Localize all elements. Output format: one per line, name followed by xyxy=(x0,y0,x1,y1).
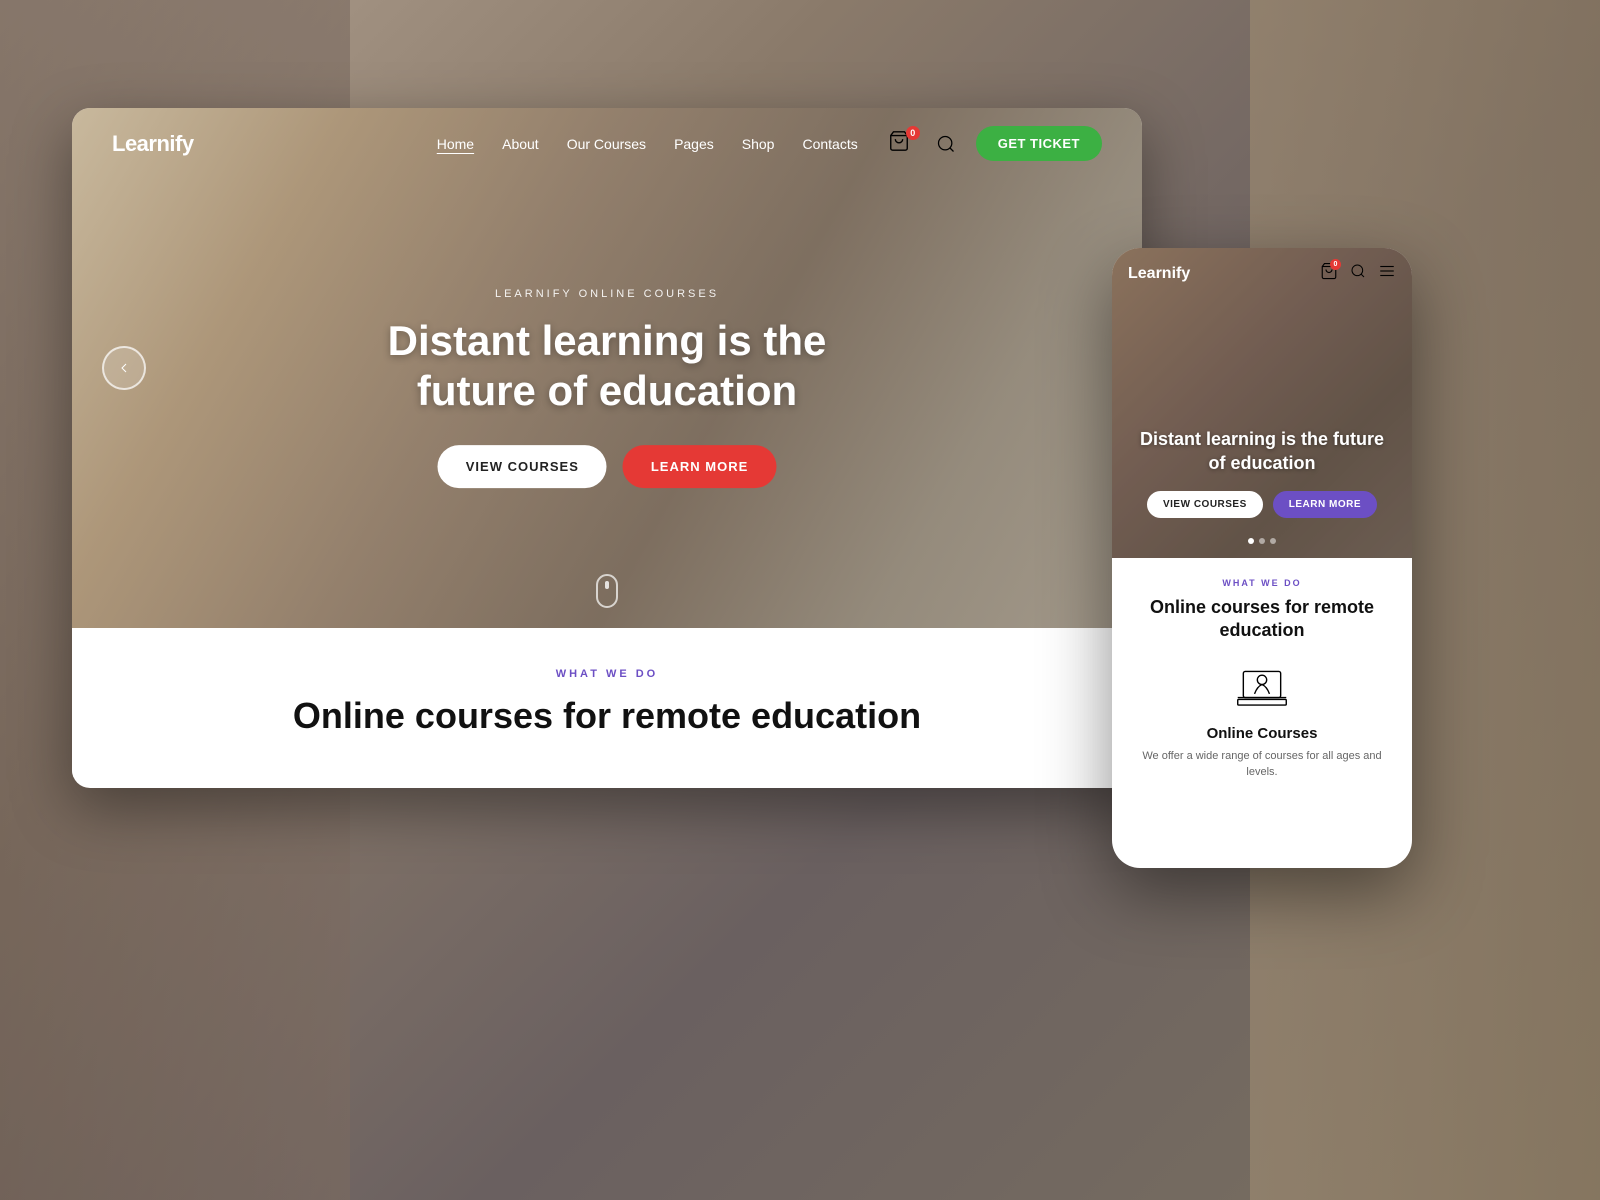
hamburger-icon xyxy=(1378,262,1396,280)
desktop-hero: Learnify Home About Our Courses Pages Sh… xyxy=(72,108,1142,628)
mobile-mockup: Learnify 0 xyxy=(1112,248,1412,868)
nav-our-courses[interactable]: Our Courses xyxy=(567,136,646,152)
mobile-dot-3 xyxy=(1270,538,1276,544)
hero-content: LEARNIFY ONLINE COURSES Distant learning… xyxy=(340,288,875,488)
mobile-hero: Learnify 0 xyxy=(1112,248,1412,558)
nav-home[interactable]: Home xyxy=(437,136,474,152)
desktop-logo: Learnify xyxy=(112,131,194,157)
mobile-wwd-title: Online courses for remote education xyxy=(1128,596,1396,643)
laptop-icon xyxy=(1234,669,1290,715)
view-courses-button[interactable]: VIEW COURSES xyxy=(438,445,607,488)
mobile-hero-buttons: VIEW COURSES LEARN MORE xyxy=(1132,491,1392,518)
nav-pages[interactable]: Pages xyxy=(674,136,714,152)
cart-badge: 0 xyxy=(906,126,920,140)
mobile-logo: Learnify xyxy=(1128,265,1320,283)
mobile-view-courses-button[interactable]: VIEW COURSES xyxy=(1147,491,1263,518)
hero-title: Distant learning is the future of educat… xyxy=(340,316,875,417)
scroll-indicator xyxy=(596,574,618,608)
mobile-learn-more-button[interactable]: LEARN MORE xyxy=(1273,491,1377,518)
mobile-hero-content: Distant learning is the future of educat… xyxy=(1112,428,1412,518)
mobile-dot-2 xyxy=(1259,538,1265,544)
get-ticket-button[interactable]: GET TICKET xyxy=(976,126,1102,161)
nav-about[interactable]: About xyxy=(502,136,539,152)
what-we-do-section: WHAT WE DO Online courses for remote edu… xyxy=(72,628,1142,777)
mobile-courses-card: Online Courses We offer a wide range of … xyxy=(1128,659,1396,791)
mobile-hero-title: Distant learning is the future of educat… xyxy=(1132,428,1392,475)
scroll-dot xyxy=(605,581,609,589)
cart-button[interactable]: 0 xyxy=(888,130,916,158)
mobile-search-button[interactable] xyxy=(1350,263,1366,284)
mobile-dot-1 xyxy=(1248,538,1254,544)
desktop-mockup: Learnify Home About Our Courses Pages Sh… xyxy=(72,108,1142,788)
mobile-dot-indicator xyxy=(1248,538,1276,544)
mobile-wwd-label: WHAT WE DO xyxy=(1128,578,1396,588)
search-button[interactable] xyxy=(932,130,960,158)
search-icon xyxy=(936,134,956,154)
mobile-cart-button[interactable]: 0 xyxy=(1320,262,1338,285)
nav-actions: 0 GET TICKET xyxy=(888,126,1102,161)
what-we-do-label: WHAT WE DO xyxy=(112,668,1102,680)
nav-contacts[interactable]: Contacts xyxy=(802,136,857,152)
mobile-navbar: Learnify 0 xyxy=(1112,248,1412,299)
nav-shop[interactable]: Shop xyxy=(742,136,775,152)
prev-slide-button[interactable] xyxy=(102,346,146,390)
nav-links: Home About Our Courses Pages Shop Contac… xyxy=(437,136,858,152)
mobile-card-desc: We offer a wide range of courses for all… xyxy=(1138,748,1386,781)
mobile-card-title: Online Courses xyxy=(1207,725,1318,742)
hero-subtitle: LEARNIFY ONLINE COURSES xyxy=(340,288,875,300)
mobile-nav-actions: 0 xyxy=(1320,262,1396,285)
hero-buttons: VIEW COURSES LEARN MORE xyxy=(340,445,875,488)
mobile-cart-badge: 0 xyxy=(1330,259,1341,270)
mobile-what-we-do: WHAT WE DO Online courses for remote edu… xyxy=(1112,558,1412,811)
mobile-search-icon xyxy=(1350,263,1366,279)
what-we-do-title: Online courses for remote education xyxy=(112,694,1102,737)
learn-more-button[interactable]: LEARN MORE xyxy=(623,445,776,488)
desktop-navbar: Learnify Home About Our Courses Pages Sh… xyxy=(72,108,1142,179)
chevron-left-icon xyxy=(116,360,132,376)
mobile-menu-button[interactable] xyxy=(1378,262,1396,285)
